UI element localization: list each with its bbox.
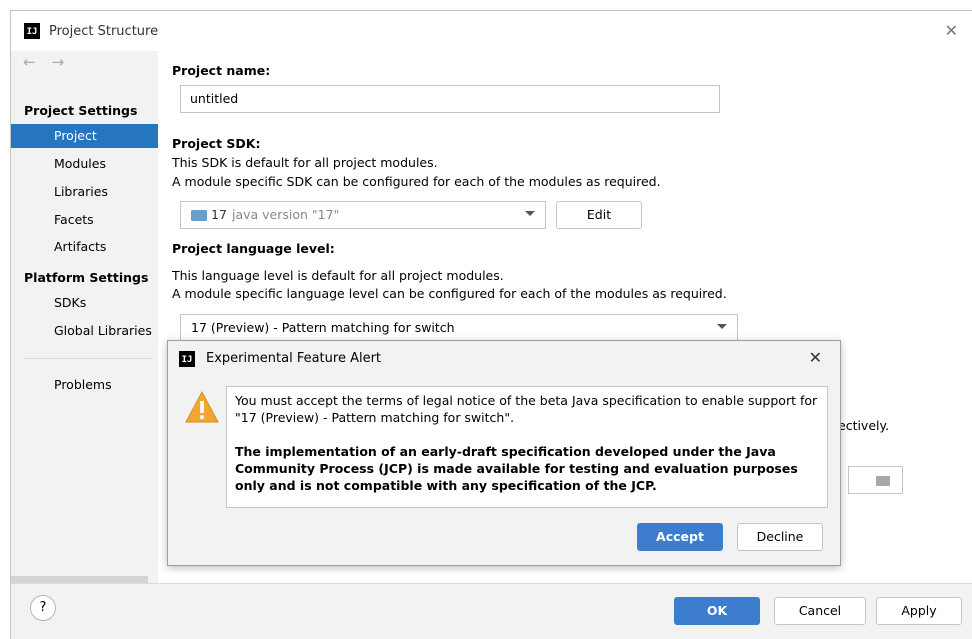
window-title: Project Structure <box>49 23 159 39</box>
project-name-label: Project name: <box>172 63 271 78</box>
ok-button[interactable]: OK <box>674 597 760 625</box>
language-description-2: A module specific language level can be … <box>172 286 727 301</box>
intellij-app-icon: IJ <box>24 23 40 39</box>
cancel-button[interactable]: Cancel <box>774 597 866 625</box>
apply-button[interactable]: Apply <box>876 597 962 625</box>
partial-text: ectively. <box>838 418 890 433</box>
language-level-label: Project language level: <box>172 241 335 256</box>
sidebar-item-global-libraries[interactable]: Global Libraries <box>11 319 158 343</box>
project-sdk-dropdown[interactable]: 17 java version "17" <box>180 201 546 229</box>
chevron-down-icon <box>525 211 535 216</box>
sidebar-divider <box>23 358 153 359</box>
edit-sdk-button[interactable]: Edit <box>556 201 642 229</box>
language-level-value: 17 (Preview) - Pattern matching for swit… <box>191 320 455 335</box>
sidebar-item-project[interactable]: Project <box>11 124 158 148</box>
experimental-feature-alert-dialog: IJ Experimental Feature Alert ✕ You must… <box>167 340 841 566</box>
title-bar: IJ Project Structure ✕ <box>11 11 972 51</box>
sidebar: ← → Project Settings Project Modules Lib… <box>11 51 158 584</box>
sidebar-nav: ← → <box>11 51 64 73</box>
sidebar-item-artifacts[interactable]: Artifacts <box>11 235 158 259</box>
accept-button[interactable]: Accept <box>637 523 723 551</box>
alert-message: You must accept the terms of legal notic… <box>226 386 828 508</box>
sidebar-item-libraries[interactable]: Libraries <box>11 180 158 204</box>
decline-button[interactable]: Decline <box>737 523 823 551</box>
back-arrow-icon[interactable]: ← <box>23 53 36 71</box>
chevron-down-icon <box>717 324 727 329</box>
window-close-button[interactable]: ✕ <box>945 21 958 40</box>
project-name-input[interactable]: untitled <box>180 85 720 113</box>
project-sdk-label: Project SDK: <box>172 136 261 151</box>
alert-message-notice: The implementation of an early-draft spe… <box>235 444 798 493</box>
sidebar-item-modules[interactable]: Modules <box>11 152 158 176</box>
language-description-1: This language level is default for all p… <box>172 268 504 283</box>
intellij-app-icon: IJ <box>179 351 195 367</box>
sdk-description-1: This SDK is default for all project modu… <box>172 155 438 170</box>
footer-bar: ? OK Cancel Apply <box>11 583 972 639</box>
sdk-detail: java version "17" <box>232 207 340 222</box>
project-settings-header: Project Settings <box>24 103 138 118</box>
sdk-version: 17 <box>211 207 227 222</box>
sdk-folder-icon <box>191 210 207 221</box>
forward-arrow-icon[interactable]: → <box>52 53 65 71</box>
sidebar-item-problems[interactable]: Problems <box>11 373 158 397</box>
platform-settings-header: Platform Settings <box>24 270 149 285</box>
language-level-dropdown[interactable]: 17 (Preview) - Pattern matching for swit… <box>180 314 738 342</box>
sidebar-item-sdks[interactable]: SDKs <box>11 291 158 315</box>
sidebar-item-facets[interactable]: Facets <box>11 208 158 232</box>
dialog-title: Experimental Feature Alert <box>206 351 382 366</box>
alert-message-text: You must accept the terms of legal notic… <box>235 393 818 425</box>
sdk-description-2: A module specific SDK can be configured … <box>172 174 661 189</box>
compiler-output-field[interactable] <box>848 466 903 494</box>
help-button[interactable]: ? <box>30 595 56 621</box>
dialog-close-button[interactable]: ✕ <box>809 348 822 367</box>
folder-icon <box>876 476 890 486</box>
